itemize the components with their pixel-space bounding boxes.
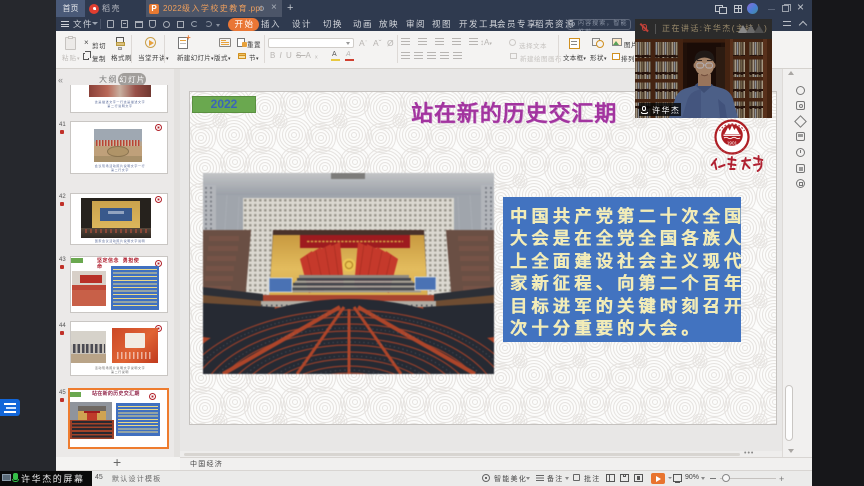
- svg-text:1901: 1901: [727, 141, 738, 146]
